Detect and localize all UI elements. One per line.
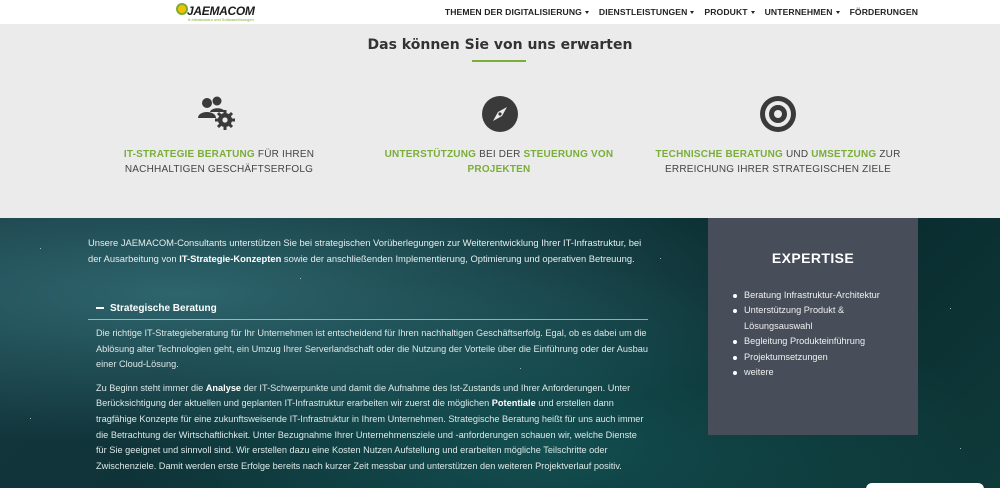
feature-label: BEI DER <box>476 149 524 160</box>
feature-label: UND <box>783 149 812 160</box>
nav-item-label: THEMEN DER DIGITALISIERUNG <box>444 7 582 17</box>
caret-down-icon <box>750 10 755 14</box>
expertise-title: EXPERTISE <box>771 250 855 266</box>
expectations-section: Das können Sie von uns erwarten IT-STRAT… <box>0 24 1000 218</box>
text-bold: Analyse <box>205 382 242 393</box>
nav-item-label: PRODUKT <box>704 7 748 17</box>
list-item: Unterstützung Produkt & Lösungsauswahl <box>730 303 910 334</box>
target-icon <box>760 96 796 132</box>
logo-text: JAEMACOM <box>187 4 255 18</box>
accordion-body: Die richtige IT-Strategieberatung für Ih… <box>96 326 648 482</box>
compass-icon <box>482 96 518 132</box>
list-item: Projektumsetzungen <box>730 350 910 365</box>
list-item: Begleitung Produkteinführung <box>730 334 910 349</box>
feature-text: TECHNISCHE BERATUNG UND UMSETZUNG ZUR ER… <box>648 147 908 177</box>
nav-item-themen[interactable]: THEMEN DER DIGITALISIERUNG <box>445 7 589 17</box>
section-title: Das können Sie von uns erwarten <box>367 37 633 53</box>
accordion-paragraph: Zu Beginn steht immer die Analyse der IT… <box>96 381 648 475</box>
feature-highlight: IT-STRATEGIE BERATUNG <box>123 149 255 160</box>
text-bold: Potentiale <box>491 398 536 409</box>
accordion-toggle-strategische-beratung[interactable]: Strategische Beratung <box>88 296 650 320</box>
logo-tagline: It-Infrastruktur und Softwarelösungen <box>188 17 254 22</box>
nav-item-label: FÖRDERUNGEN <box>849 7 918 17</box>
text-span: und erstellen dann tragfähige Konzepte f… <box>96 398 644 471</box>
expertise-list: Beratung Infrastruktur-Architektur Unter… <box>730 288 910 380</box>
site-logo[interactable]: JAEMACOM It-Infrastruktur und Softwarelö… <box>176 1 260 23</box>
background-star <box>300 278 301 279</box>
feature-highlight: TECHNISCHE BERATUNG <box>655 149 783 160</box>
feature-text: IT-STRATEGIE BERATUNG FÜR IHREN NACHHALT… <box>89 147 349 177</box>
background-star <box>40 248 41 249</box>
background-star <box>960 448 961 449</box>
minus-icon <box>96 307 104 309</box>
floating-widget-tab[interactable] <box>866 483 984 488</box>
background-star <box>30 418 31 419</box>
main-nav: THEMEN DER DIGITALISIERUNG DIENSTLEISTUN… <box>445 0 918 24</box>
list-item: weitere <box>730 365 910 380</box>
site-header: JAEMACOM It-Infrastruktur und Softwarelö… <box>0 0 1000 24</box>
nav-item-unternehmen[interactable]: UNTERNEHMEN <box>765 7 840 17</box>
feature-highlight: UMSETZUNG <box>811 149 877 160</box>
accordion-paragraph: Die richtige IT-Strategieberatung für Ih… <box>96 328 648 370</box>
nav-item-dienstleistungen[interactable]: DIENSTLEISTUNGEN <box>599 7 695 17</box>
caret-down-icon <box>835 10 840 14</box>
nav-item-label: UNTERNEHMEN <box>764 7 833 17</box>
feature-text: UNTERSTÜTZUNG BEI DER STEUERUNG VON PROJ… <box>369 147 629 177</box>
text-bold: IT-Strategie-Konzepten <box>179 252 282 264</box>
text-span: sowie der anschließenden Implementierung… <box>281 252 635 264</box>
caret-down-icon <box>584 10 589 14</box>
expertise-panel: EXPERTISE Beratung Infrastruktur-Archite… <box>708 218 918 435</box>
accordion-title: Strategische Beratung <box>110 302 217 314</box>
title-underline <box>472 60 526 62</box>
nav-item-foerderungen[interactable]: FÖRDERUNGEN <box>850 7 918 17</box>
list-item: Beratung Infrastruktur-Architektur <box>730 288 910 303</box>
consulting-section: Unsere JAEMACOM-Consultants unterstützen… <box>0 218 1000 488</box>
accordion-divider <box>88 319 648 320</box>
nav-item-produkt[interactable]: PRODUKT <box>704 7 755 17</box>
intro-paragraph: Unsere JAEMACOM-Consultants unterstützen… <box>88 235 650 266</box>
users-gear-icon <box>198 96 235 130</box>
text-span: Zu Beginn steht immer die <box>96 382 206 393</box>
nav-item-label: DIENSTLEISTUNGEN <box>598 7 688 17</box>
feature-highlight: UNTERSTÜTZUNG <box>384 149 477 160</box>
background-star <box>660 258 661 259</box>
caret-down-icon <box>690 10 695 14</box>
background-star <box>950 308 951 309</box>
